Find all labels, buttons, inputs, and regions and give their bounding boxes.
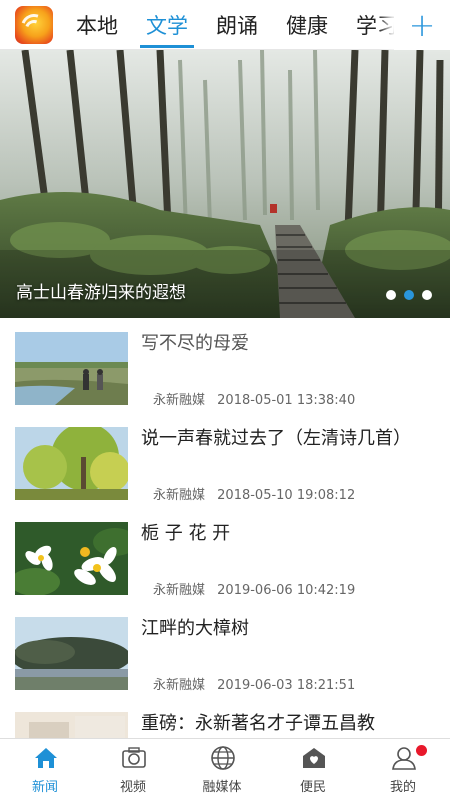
tab-health[interactable]: 健康 — [286, 10, 328, 46]
carousel-dot[interactable] — [386, 290, 396, 300]
news-time: 2019-06-03 18:21:51 — [217, 678, 356, 693]
notification-badge — [416, 745, 427, 756]
channel-tabs: 本地 文学 朗诵 健康 学习 — [64, 0, 394, 50]
news-item[interactable]: 江畔的大樟树 永新融媒 2019-06-03 18:21:51 — [0, 603, 450, 698]
tab-literature[interactable]: 文学 — [140, 10, 194, 48]
nav-mine[interactable]: 我的 — [358, 739, 448, 800]
news-thumbnail — [15, 332, 128, 405]
hero-banner[interactable]: 高士山春游归来的遐想 — [0, 50, 450, 318]
tab-study[interactable]: 学习 — [356, 10, 394, 46]
bottom-navigation: 新闻 视频 融媒体 便民 我的 — [0, 738, 450, 800]
news-thumbnail — [15, 617, 128, 690]
nav-label: 视频 — [119, 780, 146, 795]
news-meta: 永新融媒 2019-06-03 18:21:51 — [153, 674, 355, 693]
carousel-dot-active[interactable] — [404, 290, 414, 300]
nav-label: 融媒体 — [202, 780, 242, 795]
news-item[interactable]: 栀 子 花 开 永新融媒 2019-06-06 10:42:19 — [0, 508, 450, 603]
camera-icon — [122, 747, 146, 768]
app-screen: 本地 文学 朗诵 健康 学习 + 高士山春游归来的遐想 写不尽的母爱 永新融媒 … — [0, 0, 450, 800]
plus-icon: + — [408, 6, 436, 44]
nav-label: 新闻 — [31, 780, 58, 795]
globe-icon — [211, 746, 235, 770]
news-item[interactable]: 说一声春就过去了（左清诗几首） 永新融媒 2018-05-10 19:08:12 — [0, 413, 450, 508]
app-logo-icon[interactable] — [15, 6, 53, 44]
news-title: 重磅：永新著名才子谭五昌教 — [141, 713, 375, 734]
carousel-dot[interactable] — [422, 290, 432, 300]
news-source: 永新融媒 — [153, 583, 206, 598]
news-meta: 永新融媒 2018-05-01 13:38:40 — [153, 389, 355, 408]
news-title: 写不尽的母爱 — [141, 333, 249, 354]
news-title: 江畔的大樟树 — [141, 618, 249, 639]
news-time: 2019-06-06 10:42:19 — [217, 583, 356, 598]
nav-label: 便民 — [299, 780, 326, 795]
nav-news[interactable]: 新闻 — [0, 739, 90, 800]
news-meta: 永新融媒 2019-06-06 10:42:19 — [153, 579, 355, 598]
tab-local[interactable]: 本地 — [76, 10, 118, 46]
nav-video[interactable]: 视频 — [88, 739, 178, 800]
home-icon — [35, 748, 57, 768]
carousel-dots — [386, 290, 432, 300]
add-channel-button[interactable]: + — [394, 0, 450, 50]
news-title: 栀 子 花 开 — [141, 523, 231, 544]
service-icon — [303, 748, 325, 768]
news-source: 永新融媒 — [153, 488, 206, 503]
news-thumbnail — [15, 427, 128, 500]
tab-recitation[interactable]: 朗诵 — [216, 10, 258, 46]
news-meta: 永新融媒 2018-05-10 19:08:12 — [153, 484, 355, 503]
hero-caption: 高士山春游归来的遐想 — [16, 283, 186, 303]
nav-media[interactable]: 融媒体 — [177, 739, 267, 800]
channel-tab-bar: 本地 文学 朗诵 健康 学习 + — [0, 0, 450, 50]
news-title: 说一声春就过去了（左清诗几首） — [141, 428, 411, 449]
nav-service[interactable]: 便民 — [268, 739, 358, 800]
news-source: 永新融媒 — [153, 393, 206, 408]
news-source: 永新融媒 — [153, 678, 206, 693]
news-time: 2018-05-01 13:38:40 — [217, 393, 356, 408]
news-thumbnail — [15, 522, 128, 595]
news-item[interactable]: 写不尽的母爱 永新融媒 2018-05-01 13:38:40 — [0, 318, 450, 413]
news-time: 2018-05-10 19:08:12 — [217, 488, 356, 503]
nav-label: 我的 — [389, 780, 416, 795]
user-icon — [392, 747, 416, 770]
